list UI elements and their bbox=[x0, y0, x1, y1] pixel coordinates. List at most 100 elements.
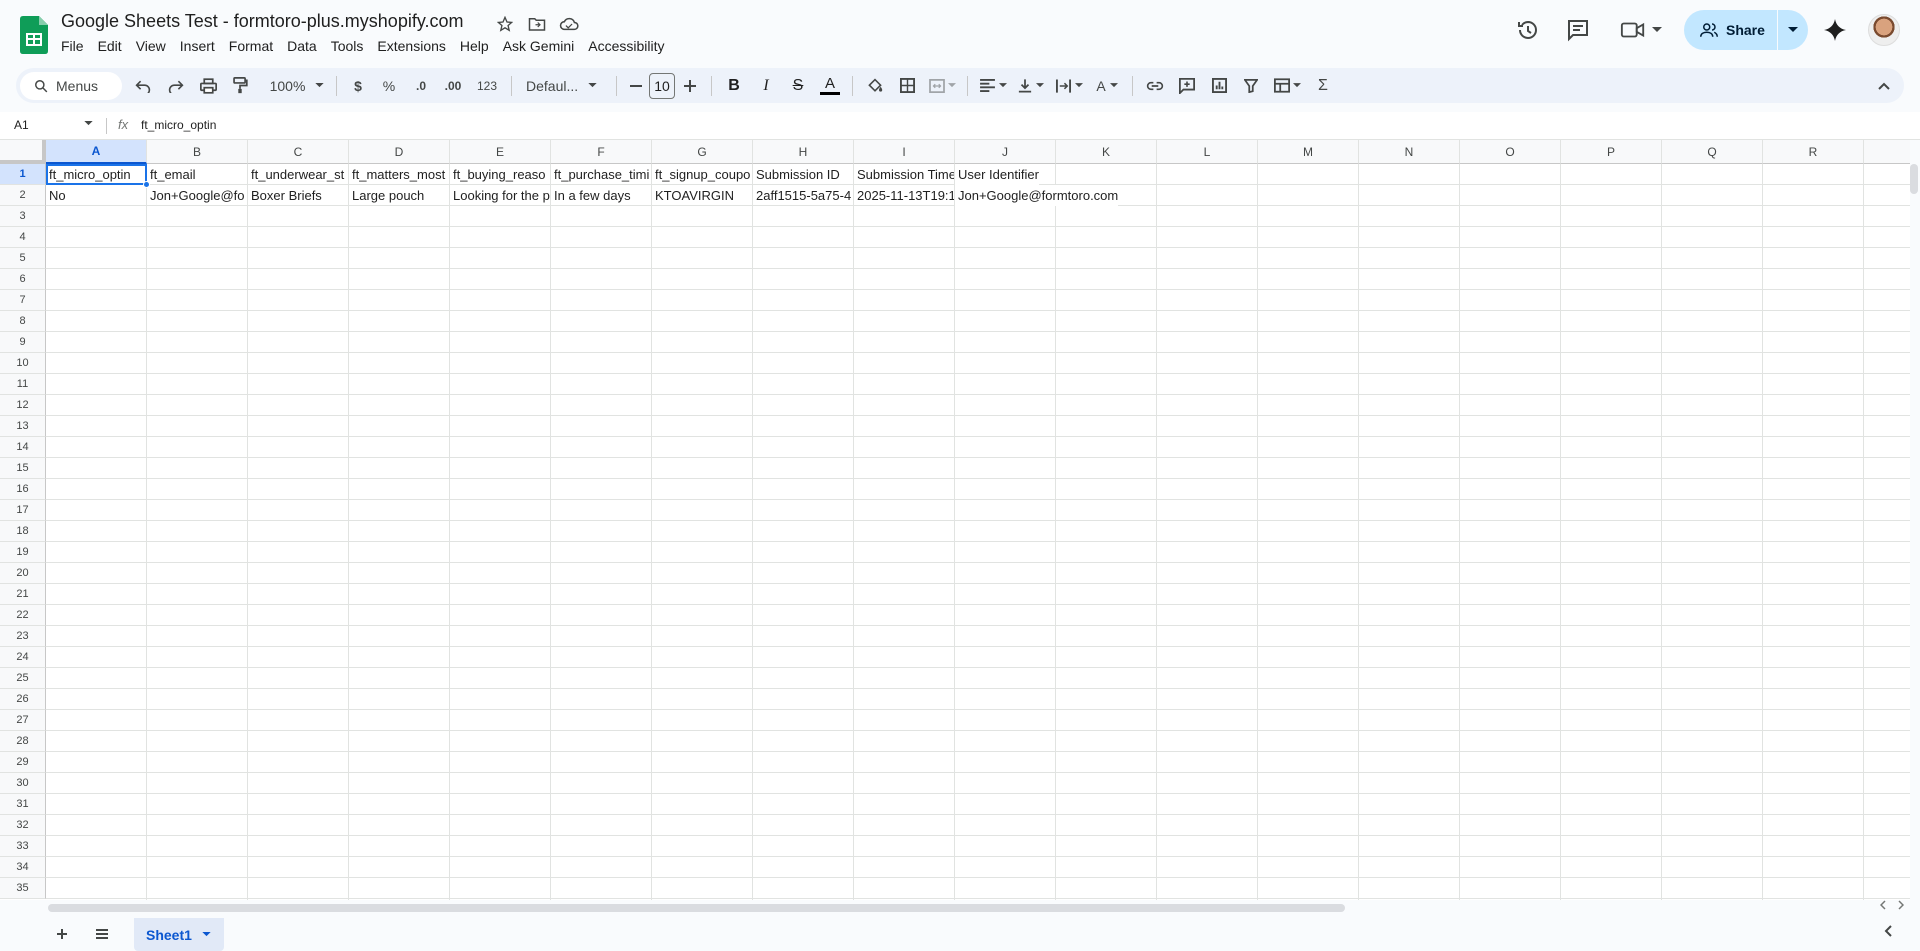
column-header-o[interactable]: O bbox=[1460, 140, 1561, 164]
sheets-logo-icon[interactable] bbox=[20, 16, 48, 54]
row-header-7[interactable]: 7 bbox=[0, 290, 46, 311]
text-wrapping-icon[interactable] bbox=[1050, 72, 1088, 100]
row-header-6[interactable]: 6 bbox=[0, 269, 46, 290]
cell-b2[interactable]: Jon+Google@fo bbox=[147, 185, 247, 206]
insert-link-icon[interactable] bbox=[1139, 72, 1171, 100]
cloud-saved-icon[interactable] bbox=[558, 13, 580, 35]
increase-decimal-button[interactable]: .00 bbox=[437, 72, 469, 100]
column-header-r[interactable]: R bbox=[1763, 140, 1864, 164]
row-header-18[interactable]: 18 bbox=[0, 521, 46, 542]
insert-comment-icon[interactable] bbox=[1171, 72, 1203, 100]
row-header-5[interactable]: 5 bbox=[0, 248, 46, 269]
meet-button[interactable] bbox=[1620, 18, 1662, 42]
chevron-left-icon[interactable] bbox=[1884, 925, 1892, 937]
column-header-g[interactable]: G bbox=[652, 140, 753, 164]
column-header-l[interactable]: L bbox=[1157, 140, 1258, 164]
column-header-i[interactable]: I bbox=[854, 140, 955, 164]
row-header-33[interactable]: 33 bbox=[0, 836, 46, 857]
increase-font-size-icon[interactable] bbox=[675, 72, 705, 100]
move-to-folder-icon[interactable] bbox=[526, 13, 548, 35]
select-all-corner[interactable] bbox=[0, 140, 46, 164]
column-header-k[interactable]: K bbox=[1056, 140, 1157, 164]
column-header-m[interactable]: M bbox=[1258, 140, 1359, 164]
column-header-c[interactable]: C bbox=[248, 140, 349, 164]
filter-icon[interactable] bbox=[1235, 72, 1267, 100]
row-header-34[interactable]: 34 bbox=[0, 857, 46, 878]
column-header-e[interactable]: E bbox=[450, 140, 551, 164]
share-dropdown-button[interactable] bbox=[1778, 27, 1808, 33]
row-header-15[interactable]: 15 bbox=[0, 458, 46, 479]
row-header-16[interactable]: 16 bbox=[0, 479, 46, 500]
functions-icon[interactable]: Σ bbox=[1307, 72, 1339, 100]
menu-data[interactable]: Data bbox=[280, 36, 324, 56]
cell-h1[interactable]: Submission ID bbox=[753, 164, 853, 185]
menu-tools[interactable]: Tools bbox=[324, 36, 371, 56]
row-header-21[interactable]: 21 bbox=[0, 584, 46, 605]
undo-icon[interactable] bbox=[126, 72, 160, 100]
menu-insert[interactable]: Insert bbox=[173, 36, 222, 56]
cell-h2[interactable]: 2aff1515-5a75-4 bbox=[753, 185, 853, 206]
add-sheet-icon[interactable] bbox=[52, 924, 72, 944]
strikethrough-icon[interactable]: S bbox=[782, 72, 814, 100]
cell-d1[interactable]: ft_matters_most bbox=[349, 164, 449, 185]
row-header-17[interactable]: 17 bbox=[0, 500, 46, 521]
font-size-input[interactable]: 10 bbox=[649, 72, 675, 99]
paint-format-icon[interactable] bbox=[224, 72, 256, 100]
row-header-29[interactable]: 29 bbox=[0, 752, 46, 773]
search-menus-input[interactable]: Menus bbox=[20, 71, 122, 100]
row-header-28[interactable]: 28 bbox=[0, 731, 46, 752]
column-header[interactable] bbox=[1864, 140, 1910, 164]
row-header-11[interactable]: 11 bbox=[0, 374, 46, 395]
row-header-1[interactable]: 1 bbox=[0, 164, 46, 185]
gemini-sparkle-icon[interactable] bbox=[1823, 18, 1847, 42]
text-rotation-icon[interactable]: A bbox=[1088, 72, 1126, 100]
horizontal-scrollbar[interactable] bbox=[48, 904, 1345, 912]
column-header-j[interactable]: J bbox=[955, 140, 1056, 164]
menu-accessibility[interactable]: Accessibility bbox=[581, 36, 671, 56]
cell-j1[interactable]: User Identifier bbox=[955, 164, 1039, 185]
row-header-3[interactable]: 3 bbox=[0, 206, 46, 227]
italic-icon[interactable]: I bbox=[750, 72, 782, 100]
row-header-2[interactable]: 2 bbox=[0, 185, 46, 206]
menu-format[interactable]: Format bbox=[222, 36, 280, 56]
cell-c2[interactable]: Boxer Briefs bbox=[248, 185, 348, 206]
scroll-left-icon[interactable] bbox=[1880, 900, 1886, 910]
print-icon[interactable] bbox=[192, 72, 224, 100]
chevron-down-icon[interactable] bbox=[84, 121, 93, 126]
row-header-24[interactable]: 24 bbox=[0, 647, 46, 668]
formula-input[interactable]: ft_micro_optin bbox=[141, 118, 216, 132]
cell-j2[interactable]: Jon+Google@formtoro.com bbox=[955, 185, 1119, 206]
row-header-20[interactable]: 20 bbox=[0, 563, 46, 584]
row-header-32[interactable]: 32 bbox=[0, 815, 46, 836]
horizontal-align-icon[interactable] bbox=[974, 72, 1012, 100]
menu-view[interactable]: View bbox=[129, 36, 173, 56]
row-header-25[interactable]: 25 bbox=[0, 668, 46, 689]
row-header-31[interactable]: 31 bbox=[0, 794, 46, 815]
row-header-30[interactable]: 30 bbox=[0, 773, 46, 794]
vertical-scrollbar[interactable] bbox=[1910, 164, 1918, 194]
row-header-35[interactable]: 35 bbox=[0, 878, 46, 899]
column-header-n[interactable]: N bbox=[1359, 140, 1460, 164]
column-header-h[interactable]: H bbox=[753, 140, 854, 164]
more-formats-button[interactable]: 123 bbox=[469, 72, 505, 100]
cell-g1[interactable]: ft_signup_coupo bbox=[652, 164, 752, 185]
column-header-p[interactable]: P bbox=[1561, 140, 1662, 164]
text-color-icon[interactable]: A bbox=[814, 72, 846, 100]
account-avatar[interactable] bbox=[1868, 14, 1900, 46]
scroll-right-icon[interactable] bbox=[1898, 900, 1904, 910]
share-button[interactable]: Share bbox=[1684, 10, 1778, 50]
row-header-13[interactable]: 13 bbox=[0, 416, 46, 437]
row-header-27[interactable]: 27 bbox=[0, 710, 46, 731]
borders-icon[interactable] bbox=[891, 72, 923, 100]
fill-color-icon[interactable] bbox=[859, 72, 891, 100]
collapse-menus-icon[interactable] bbox=[1864, 72, 1904, 100]
row-header-10[interactable]: 10 bbox=[0, 353, 46, 374]
all-sheets-icon[interactable] bbox=[92, 924, 112, 944]
cell-c1[interactable]: ft_underwear_st bbox=[248, 164, 348, 185]
column-header-d[interactable]: D bbox=[349, 140, 450, 164]
sheet-tab[interactable]: Sheet1 bbox=[134, 918, 224, 951]
font-family-select[interactable]: Defaul... bbox=[518, 72, 610, 100]
menu-ask-gemini[interactable]: Ask Gemini bbox=[496, 36, 582, 56]
row-header-12[interactable]: 12 bbox=[0, 395, 46, 416]
name-box[interactable]: A1 bbox=[14, 118, 94, 132]
